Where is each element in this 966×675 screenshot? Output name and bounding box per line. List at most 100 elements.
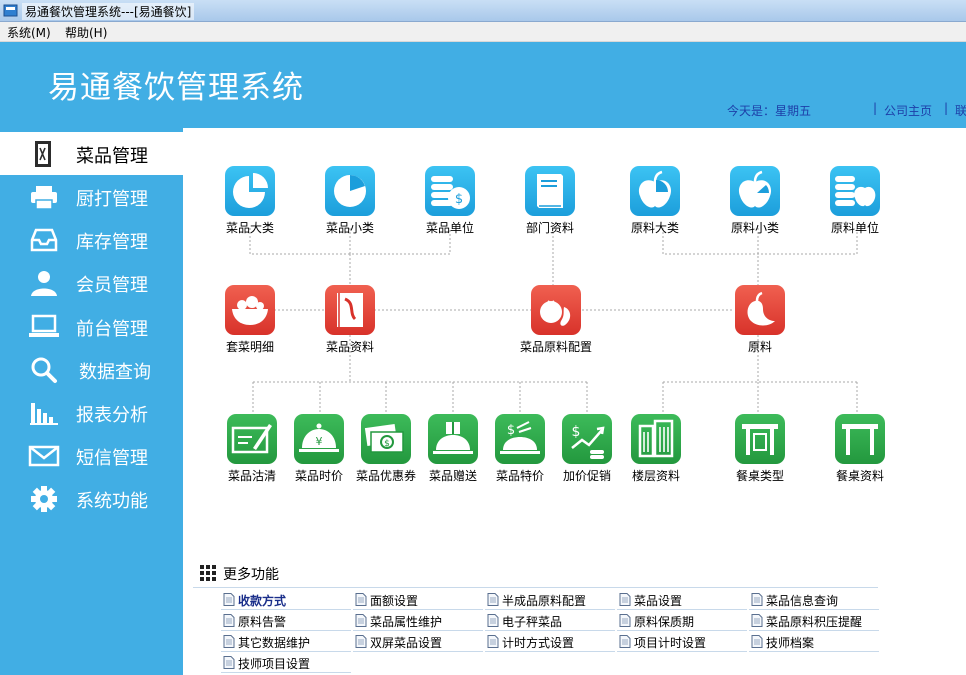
sidebar-item-label: 报表分析	[76, 405, 148, 426]
more-function-label: 菜品原料积压提醒	[766, 615, 863, 629]
more-function-link[interactable]: 原料保质期	[617, 611, 747, 631]
more-function-label: 计时方式设置	[502, 636, 575, 650]
more-function-link[interactable]: 技师项目设置	[221, 653, 351, 673]
sidebar-item-data-query[interactable]: 数据查询	[0, 348, 183, 391]
more-function-label: 技师项目设置	[238, 657, 311, 671]
coins-icon: $	[431, 176, 470, 209]
cloche-yen-icon: ¥	[299, 423, 339, 452]
svg-text:$: $	[455, 192, 463, 207]
sidebar-item-kitchen-print[interactable]: 厨打管理	[0, 175, 183, 218]
document-icon	[487, 614, 499, 627]
tile-dish-category[interactable]: 菜品大类	[205, 166, 295, 236]
apple-pie-icon	[638, 170, 672, 208]
document-icon	[223, 593, 235, 606]
sidebar: 菜品管理 厨打管理 库存管理 会员管理 前台管理 数据查询 报表分析 短信管理 …	[0, 128, 183, 675]
document-icon	[619, 614, 631, 627]
gift-cloche-icon	[433, 422, 473, 454]
svg-text:$: $	[384, 439, 390, 449]
divider	[193, 587, 878, 588]
more-function-label: 菜品设置	[634, 594, 683, 608]
pie-chart-icon	[233, 173, 268, 208]
tile-floor-info[interactable]: 楼层资料	[611, 414, 701, 484]
sidebar-item-inventory[interactable]: 库存管理	[0, 218, 183, 261]
more-function-label: 技师档案	[766, 636, 815, 650]
menu-book-icon	[337, 293, 363, 327]
tile-material-subcategory[interactable]: 原料小类	[710, 166, 800, 236]
more-function-link[interactable]: 半成品原料配置	[485, 590, 615, 610]
sidebar-item-label: 菜品管理	[76, 146, 148, 167]
sidebar-item-label: 会员管理	[76, 275, 148, 296]
svg-text:$: $	[507, 423, 515, 438]
tile-material-category[interactable]: 原料大类	[610, 166, 700, 236]
more-function-link[interactable]: 菜品信息查询	[749, 590, 879, 610]
sidebar-item-label: 前台管理	[76, 319, 148, 340]
more-function-label: 菜品属性维护	[370, 615, 443, 629]
tile-dish-material-config[interactable]: 菜品原料配置	[511, 285, 601, 355]
more-function-link[interactable]: 菜品设置	[617, 590, 747, 610]
printer-icon	[31, 186, 57, 210]
cash-icon: $	[364, 423, 404, 453]
tile-dish-unit[interactable]: $ 菜品单位	[405, 166, 495, 236]
inbox-icon	[30, 228, 58, 252]
more-function-link[interactable]: 收款方式	[221, 590, 351, 610]
document-icon	[223, 656, 235, 669]
more-function-label: 原料告警	[238, 615, 287, 629]
more-function-link[interactable]: 双屏菜品设置	[353, 632, 483, 652]
sidebar-item-member[interactable]: 会员管理	[0, 261, 183, 304]
contact-link[interactable]: 联	[955, 102, 966, 119]
document-icon	[223, 614, 235, 627]
sidebar-item-front-desk[interactable]: 前台管理	[0, 305, 183, 348]
more-function-link[interactable]: 菜品原料积压提醒	[749, 611, 879, 631]
price-up-icon: $	[571, 424, 605, 459]
date-label: 今天是：星期五	[727, 104, 812, 118]
special-price-icon: $	[500, 421, 540, 454]
header-banner: 易通餐饮管理系统 今天是：星期五 | 公司主页 | 联	[0, 42, 966, 128]
sidebar-item-label: 短信管理	[76, 448, 148, 469]
table-icon	[842, 424, 878, 455]
company-homepage-link[interactable]: 公司主页	[884, 102, 932, 119]
menu-system[interactable]: 系统(M)	[4, 24, 54, 41]
more-function-label: 原料保质期	[634, 615, 695, 629]
sidebar-item-sms[interactable]: 短信管理	[0, 434, 183, 477]
more-function-label: 双屏菜品设置	[370, 636, 443, 650]
menu-help[interactable]: 帮助(H)	[62, 24, 110, 41]
pie-chart-small-icon	[334, 175, 366, 207]
apple-pie-small-icon	[738, 170, 772, 208]
document-icon	[751, 614, 763, 627]
tile-table-info[interactable]: 餐桌资料	[815, 414, 905, 484]
tile-dish-info[interactable]: 菜品资料	[305, 285, 395, 355]
document-icon	[355, 635, 367, 648]
sidebar-item-system-functions[interactable]: 系统功能	[0, 477, 183, 520]
main-panel: 菜品大类 菜品小类 $ 菜品单位 部门资料 原料大类 原料小类 原料单位 套菜明…	[183, 128, 966, 675]
more-function-link[interactable]: 技师档案	[749, 632, 879, 652]
more-function-link[interactable]: 菜品属性维护	[353, 611, 483, 631]
more-function-link[interactable]: 项目计时设置	[617, 632, 747, 652]
search-icon	[31, 357, 57, 383]
document-icon	[355, 593, 367, 606]
tomato-pepper-icon	[540, 300, 571, 326]
grid-icon	[200, 565, 216, 581]
tile-table-type[interactable]: 餐桌类型	[715, 414, 805, 484]
more-function-link[interactable]: 面额设置	[353, 590, 483, 610]
pepper-icon	[747, 291, 775, 326]
tile-material[interactable]: 原料	[715, 285, 805, 355]
svg-text:$: $	[572, 424, 581, 440]
document-icon	[487, 635, 499, 648]
tile-set-meal-details[interactable]: 套菜明细	[205, 285, 295, 355]
tile-material-unit[interactable]: 原料单位	[810, 166, 900, 236]
more-function-link[interactable]: 原料告警	[221, 611, 351, 631]
table-type-icon	[742, 424, 778, 455]
document-icon	[619, 593, 631, 606]
document-icon	[487, 593, 499, 606]
coins-apple-icon	[835, 176, 876, 207]
user-icon	[31, 271, 57, 296]
tile-dish-subcategory[interactable]: 菜品小类	[305, 166, 395, 236]
more-function-link[interactable]: 其它数据维护	[221, 632, 351, 652]
more-function-link[interactable]: 计时方式设置	[485, 632, 615, 652]
sidebar-item-report-analysis[interactable]: 报表分析	[0, 391, 183, 434]
sidebar-item-dish-management[interactable]: 菜品管理	[0, 132, 183, 175]
more-function-link[interactable]: 电子秤菜品	[485, 611, 615, 631]
tile-department-info[interactable]: 部门资料	[505, 166, 595, 236]
sidebar-item-label: 系统功能	[76, 491, 148, 512]
book-icon	[537, 174, 563, 208]
